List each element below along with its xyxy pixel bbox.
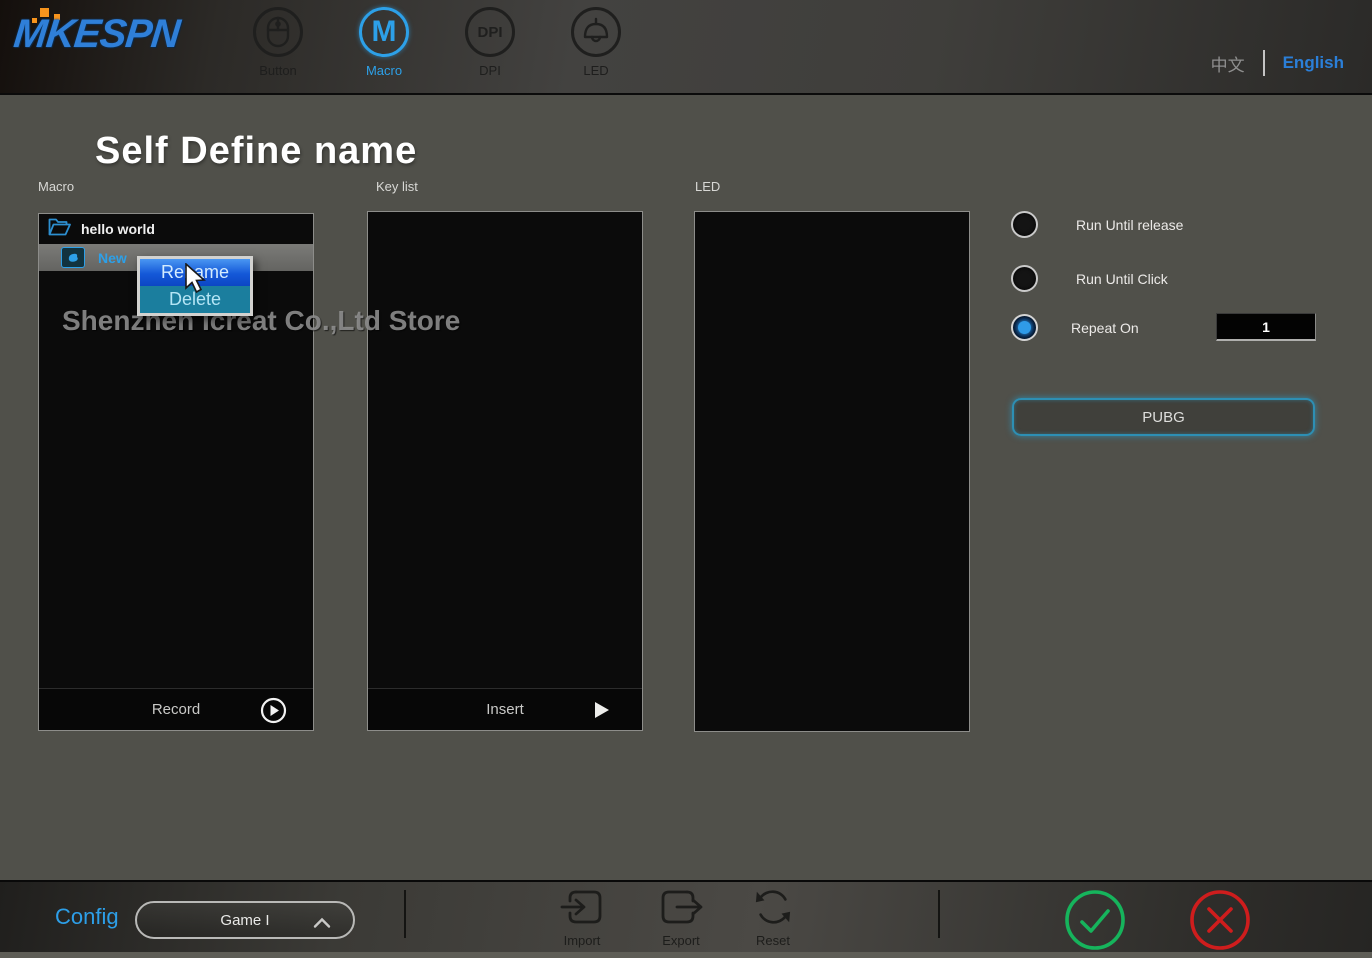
macro-folder-row[interactable]: hello world (39, 214, 313, 244)
nav-label: Button (259, 63, 297, 78)
app-window: MKESPN Button M Macro (0, 0, 1372, 958)
macro-folder-name: hello world (81, 221, 155, 237)
mouse-icon (253, 7, 303, 57)
keylist-panel: Insert (367, 211, 643, 731)
nav-label: LED (583, 63, 608, 78)
play-circle-icon (260, 697, 287, 729)
nav-tab-macro[interactable]: M Macro (331, 0, 437, 95)
main-content: Self Define name Macro Key list LED hell… (0, 97, 1372, 880)
divider (404, 890, 406, 938)
check-circle-icon (1063, 888, 1127, 952)
export-icon (659, 888, 703, 931)
reset-icon (752, 888, 794, 931)
record-button[interactable]: Record (39, 688, 313, 730)
context-menu: Rename Delete (137, 256, 253, 316)
radio-row-repeat-on: Repeat On (1011, 314, 1139, 341)
import-label: Import (564, 933, 601, 948)
radio-run-until-release[interactable] (1011, 211, 1038, 238)
bottom-bar: Config Game I Import (0, 880, 1372, 958)
cancel-button[interactable] (1188, 888, 1252, 952)
record-label: Record (152, 701, 200, 718)
open-folder-icon (48, 218, 71, 241)
profile-name: Game I (220, 912, 269, 929)
insert-label: Insert (486, 701, 524, 718)
main-nav: Button M Macro DPI DPI (225, 0, 649, 95)
led-panel-label: LED (695, 179, 720, 194)
lang-english[interactable]: English (1283, 53, 1344, 73)
macro-panel-label: Macro (38, 179, 74, 194)
chevron-up-icon (313, 916, 331, 934)
profile-dropdown[interactable]: Game I (135, 901, 355, 939)
radio-row-run-until-click: Run Until Click (1011, 265, 1168, 292)
config-label: Config (55, 904, 119, 930)
reset-label: Reset (756, 933, 790, 948)
dpi-icon: DPI (465, 7, 515, 57)
macro-item-name: New (98, 250, 127, 266)
lang-chinese[interactable]: 中文 (1211, 51, 1245, 76)
radio-label: Run Until release (1076, 217, 1183, 233)
nav-tab-dpi[interactable]: DPI DPI (437, 0, 543, 95)
insert-button[interactable]: Insert (368, 688, 642, 730)
page-title: Self Define name (95, 130, 417, 173)
nav-label: DPI (479, 63, 501, 78)
insert-arrow-icon (594, 701, 610, 724)
brand-logo: MKESPN (14, 12, 179, 68)
nav-tab-led[interactable]: LED (543, 0, 649, 95)
import-icon (560, 888, 604, 931)
logo-text: MKESPN (12, 12, 182, 57)
context-menu-delete[interactable]: Delete (140, 286, 250, 313)
language-switcher: 中文 English (1211, 50, 1344, 76)
radio-label: Repeat On (1071, 320, 1139, 336)
reset-button[interactable]: Reset (741, 888, 805, 948)
radio-repeat-on[interactable] (1011, 314, 1038, 341)
macro-name-button[interactable]: PUBG (1012, 398, 1315, 436)
confirm-button[interactable] (1063, 888, 1127, 952)
divider (1263, 50, 1265, 76)
repeat-count-input[interactable] (1216, 313, 1316, 341)
radio-label: Run Until Click (1076, 271, 1168, 287)
export-button[interactable]: Export (649, 888, 713, 948)
x-circle-icon (1188, 888, 1252, 952)
macro-item-icon (61, 247, 85, 268)
radio-run-until-click[interactable] (1011, 265, 1038, 292)
nav-label: Macro (366, 63, 402, 78)
store-watermark: Shenzhen Icreat Co.,Ltd Store (62, 305, 460, 337)
import-button[interactable]: Import (550, 888, 614, 948)
top-bar: MKESPN Button M Macro (0, 0, 1372, 95)
export-label: Export (662, 933, 700, 948)
context-menu-rename[interactable]: Rename (140, 259, 250, 286)
nav-tab-button[interactable]: Button (225, 0, 331, 95)
led-panel (694, 211, 970, 732)
keylist-panel-label: Key list (376, 179, 418, 194)
radio-row-run-until-release: Run Until release (1011, 211, 1183, 238)
lamp-icon (571, 7, 621, 57)
divider (938, 890, 940, 938)
macro-icon: M (359, 7, 409, 57)
